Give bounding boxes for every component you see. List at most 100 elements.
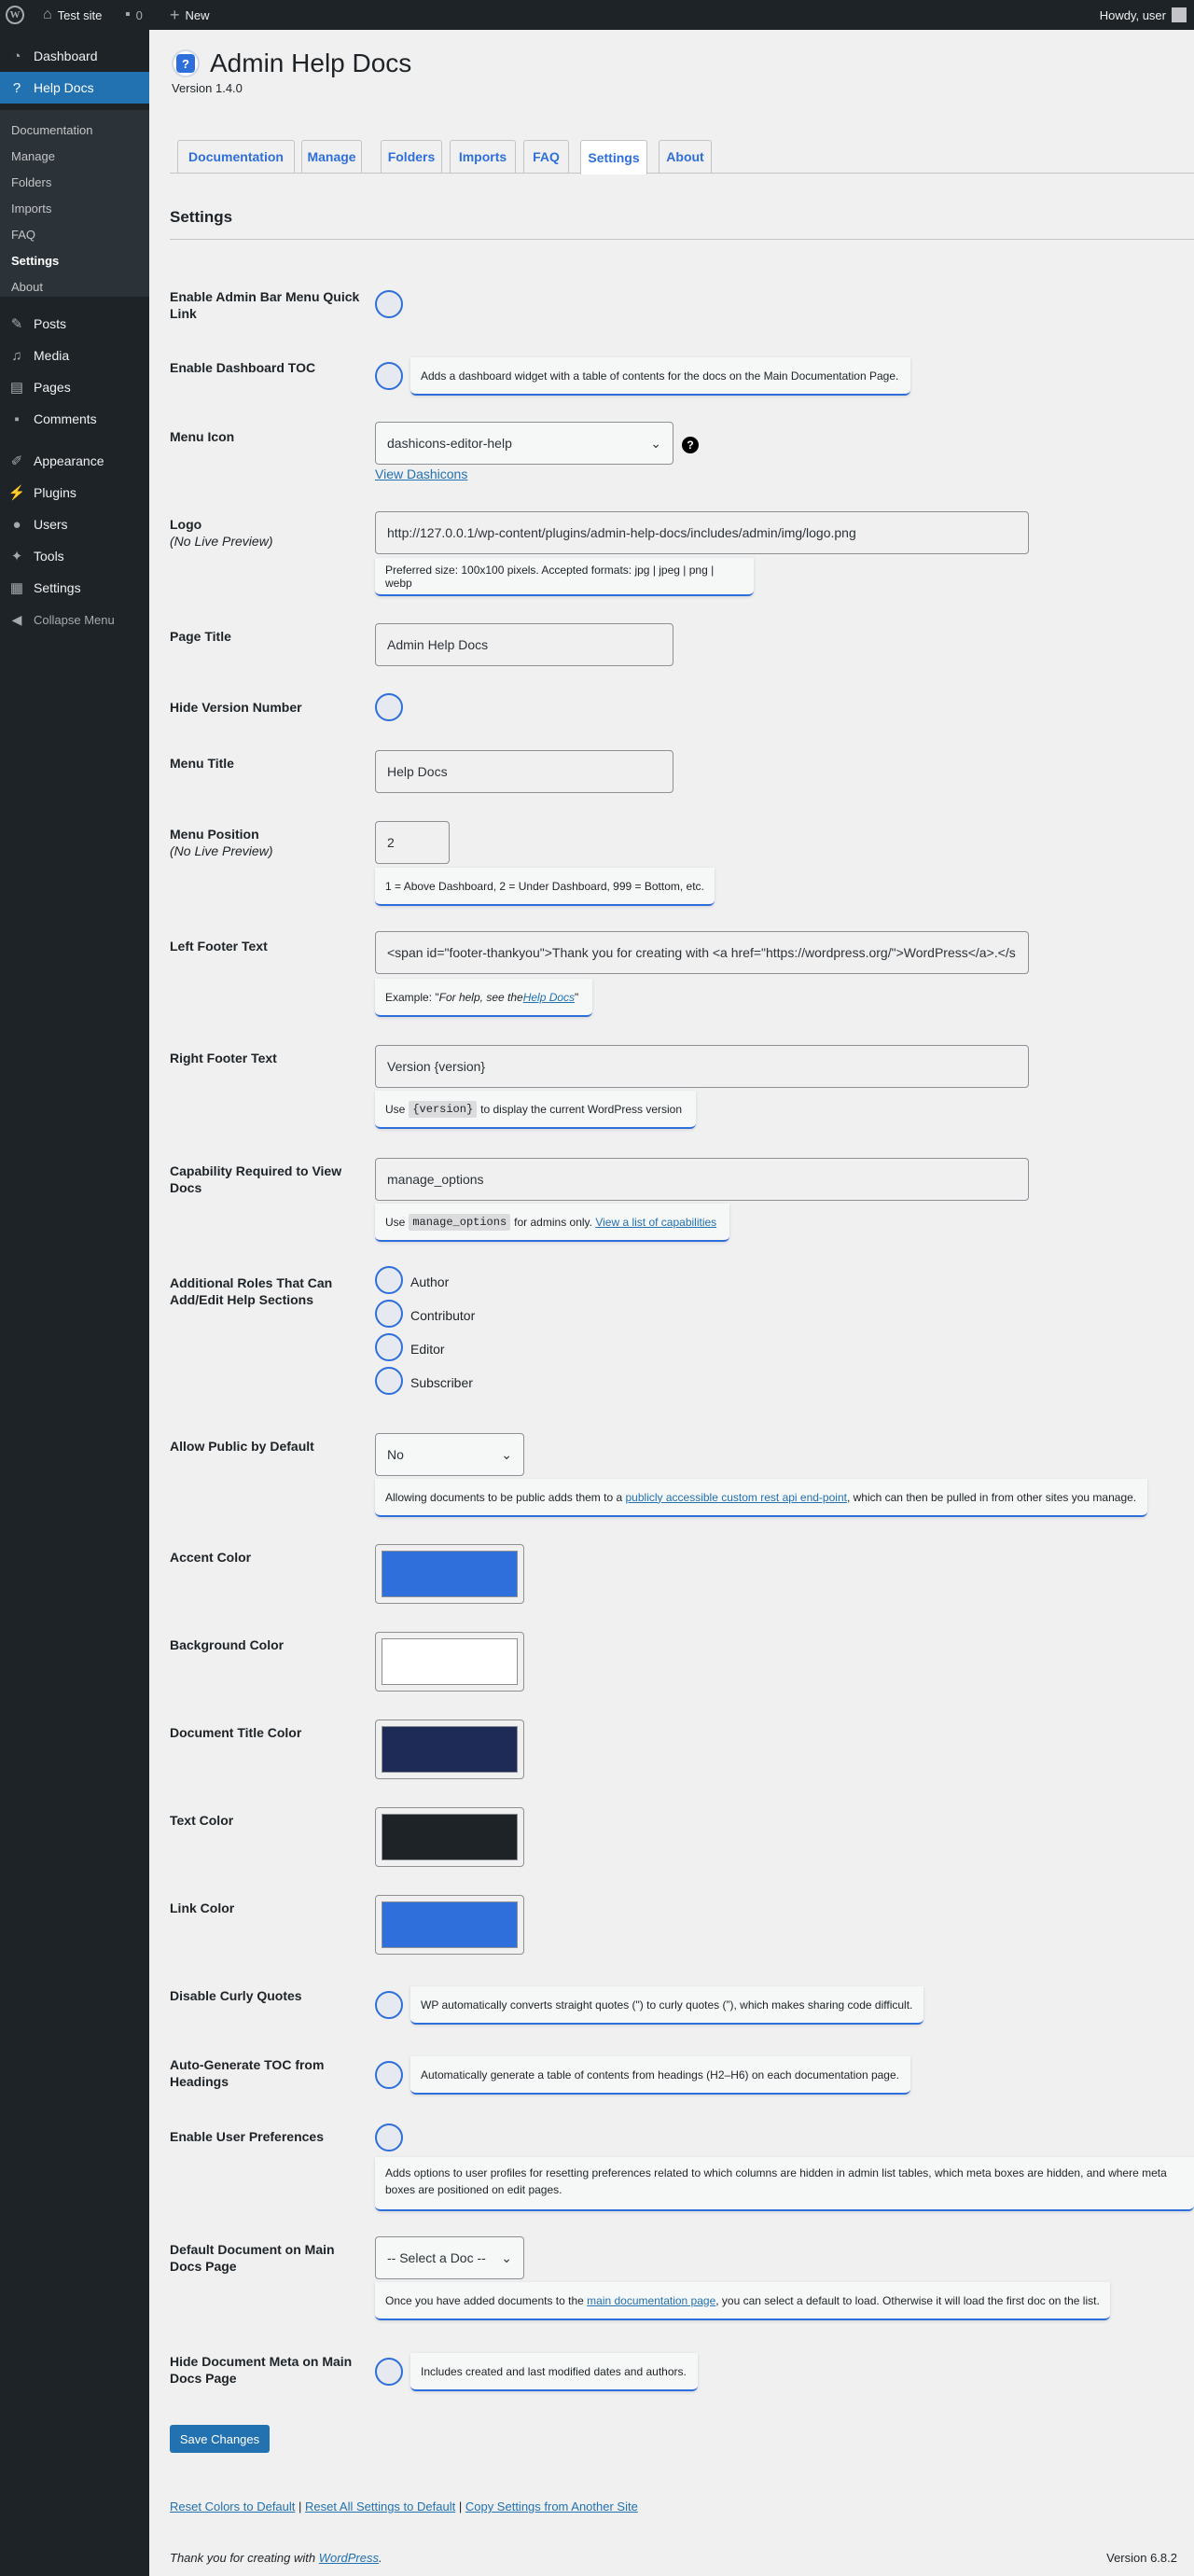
wrench-icon: ✦ — [10, 549, 23, 564]
role-contributor-label: Contributor — [410, 1308, 476, 1323]
wp-logo-menu[interactable]: W — [6, 0, 24, 30]
public-default-select[interactable]: No ⌄ — [375, 1433, 524, 1476]
copy-settings-link[interactable]: Copy Settings from Another Site — [465, 2499, 638, 2513]
left-footer-note-suffix: " — [575, 990, 579, 1004]
logo-url-input[interactable]: http://127.0.0.1/wp-content/plugins/admi… — [375, 511, 1029, 554]
plus-icon: + — [170, 6, 180, 24]
tab-documentation[interactable]: Documentation — [177, 140, 295, 173]
menu-posts[interactable]: ✎ Posts — [0, 308, 149, 340]
link-separator: | — [298, 2499, 302, 2513]
role-subscriber-checkbox[interactable] — [375, 1367, 403, 1395]
hide-meta-toggle[interactable] — [375, 2358, 403, 2386]
dashboard-toc-label: Enable Dashboard TOC — [170, 360, 316, 375]
menu-plugins[interactable]: ⚡ Plugins — [0, 477, 149, 508]
public-default-note-prefix: Allowing documents to be public adds the… — [385, 1490, 623, 1504]
submenu-manage[interactable]: Manage — [11, 147, 55, 166]
doc-title-color-picker[interactable] — [375, 1720, 524, 1779]
menu-dashboard[interactable]: ◔ Dashboard — [0, 40, 149, 72]
right-footer-note-suffix: to display the current WordPress version — [480, 1102, 683, 1116]
tab-about[interactable]: About — [659, 140, 712, 173]
help-docs-link[interactable]: Help Docs — [523, 991, 575, 1004]
view-dashicons-link[interactable]: View Dashicons — [375, 466, 467, 481]
role-author-checkbox[interactable] — [375, 1266, 403, 1294]
default-doc-select[interactable]: -- Select a Doc -- ⌄ — [375, 2236, 524, 2279]
auto-toc-toggle[interactable] — [375, 2061, 403, 2089]
right-footer-input[interactable]: Version {version} — [375, 1045, 1029, 1088]
brush-icon: ✐ — [10, 453, 23, 469]
link-color-picker[interactable] — [375, 1895, 524, 1955]
save-changes-button[interactable]: Save Changes — [170, 2425, 270, 2453]
reset-colors-link[interactable]: Reset Colors to Default — [170, 2499, 295, 2513]
main-docs-page-link[interactable]: main documentation page — [587, 2294, 715, 2307]
submenu-imports[interactable]: Imports — [11, 200, 51, 218]
public-default-note: Allowing documents to be public adds the… — [375, 1479, 1147, 1517]
menu-media[interactable]: ♫ Media — [0, 340, 149, 371]
howdy-text: Howdy, user — [1099, 7, 1166, 22]
accent-color-picker[interactable] — [375, 1544, 524, 1604]
hide-version-toggle[interactable] — [375, 693, 403, 721]
footer-thankyou-suffix: . — [379, 2551, 382, 2565]
menu-help-docs[interactable]: ? Help Docs — [0, 72, 149, 104]
admin-bar-link-toggle[interactable] — [375, 290, 403, 318]
menu-users[interactable]: ● Users — [0, 508, 149, 540]
help-docs-submenu: Documentation Manage Folders Imports FAQ… — [0, 110, 149, 297]
help-question-icon[interactable]: ? — [682, 437, 699, 453]
text-color-picker[interactable] — [375, 1807, 524, 1867]
role-contributor-checkbox[interactable] — [375, 1300, 403, 1328]
submenu-documentation[interactable]: Documentation — [11, 121, 92, 140]
tab-folders[interactable]: Folders — [381, 140, 442, 173]
tab-manage[interactable]: Manage — [301, 140, 362, 173]
menu-title-input[interactable]: Help Docs — [375, 750, 673, 793]
background-color-picker[interactable] — [375, 1632, 524, 1692]
dashboard-toc-toggle[interactable] — [375, 362, 403, 390]
submenu-faq[interactable]: FAQ — [11, 226, 35, 244]
menu-pages[interactable]: ▤ Pages — [0, 371, 149, 403]
reset-all-link[interactable]: Reset All Settings to Default — [305, 2499, 455, 2513]
public-default-value: No — [387, 1447, 404, 1462]
menu-appearance[interactable]: ✐ Appearance — [0, 445, 149, 477]
left-footer-note-italic: For help, see the — [438, 990, 523, 1004]
role-editor-checkbox[interactable] — [375, 1333, 403, 1361]
rest-api-link[interactable]: publicly accessible custom rest api end-… — [626, 1491, 847, 1504]
auto-toc-label: Auto-Generate TOC from Headings — [170, 2057, 325, 2089]
avatar — [1172, 7, 1187, 22]
background-color-swatch — [382, 1638, 518, 1685]
help-icon: ? — [12, 79, 21, 96]
menu-settings[interactable]: ▦ Settings — [0, 572, 149, 604]
settings-tabs: Documentation Manage Folders Imports FAQ… — [170, 140, 1194, 174]
page-title-input[interactable]: Admin Help Docs — [375, 623, 673, 666]
menu-position-input[interactable]: 2 — [375, 821, 450, 864]
logo-label-text: Logo — [170, 517, 202, 532]
chevron-down-icon: ⌄ — [501, 1446, 512, 1462]
menu-comments[interactable]: ▪ Comments — [0, 403, 149, 435]
tab-imports[interactable]: Imports — [450, 140, 516, 173]
collapse-menu-button[interactable]: ◀ Collapse Menu — [0, 604, 149, 635]
left-footer-note: Example: " For help, see the Help Docs " — [375, 979, 592, 1017]
menu-appearance-label: Appearance — [34, 453, 104, 468]
menu-tools-label: Tools — [34, 549, 64, 564]
footer-thankyou: Thank you for creating with WordPress. — [170, 2551, 382, 2565]
submenu-settings[interactable]: Settings — [11, 252, 59, 271]
curly-quotes-toggle[interactable] — [375, 1991, 403, 2019]
menu-comments-label: Comments — [34, 411, 97, 426]
wordpress-link[interactable]: WordPress — [319, 2551, 379, 2565]
menu-posts-label: Posts — [34, 316, 67, 331]
default-doc-note-suffix: , you can select a default to load. Othe… — [715, 2293, 1100, 2307]
site-name-link[interactable]: ⌂ Test site — [43, 0, 102, 30]
my-account-link[interactable]: Howdy, user — [1100, 0, 1187, 30]
new-content-link[interactable]: + New — [170, 0, 210, 30]
tab-faq[interactable]: FAQ — [523, 140, 569, 173]
left-footer-input[interactable]: <span id="footer-thankyou">Thank you for… — [375, 931, 1029, 974]
menu-tools[interactable]: ✦ Tools — [0, 540, 149, 572]
comments-link[interactable]: ▪ 0 — [125, 0, 143, 30]
submenu-folders[interactable]: Folders — [11, 174, 51, 192]
capability-input[interactable]: manage_options — [375, 1158, 1029, 1201]
submenu-about[interactable]: About — [11, 278, 43, 297]
capabilities-list-link[interactable]: View a list of capabilities — [595, 1216, 716, 1229]
plugin-logo: ? — [172, 49, 200, 77]
admin-bar: W ⌂ Test site ▪ 0 + New Howdy, user — [0, 0, 1194, 30]
user-prefs-note: Adds options to user profiles for resett… — [375, 2157, 1194, 2211]
tab-settings[interactable]: Settings — [580, 140, 647, 174]
user-prefs-toggle[interactable] — [375, 2123, 403, 2151]
menu-icon-select[interactable]: dashicons-editor-help ⌄ — [375, 422, 673, 465]
